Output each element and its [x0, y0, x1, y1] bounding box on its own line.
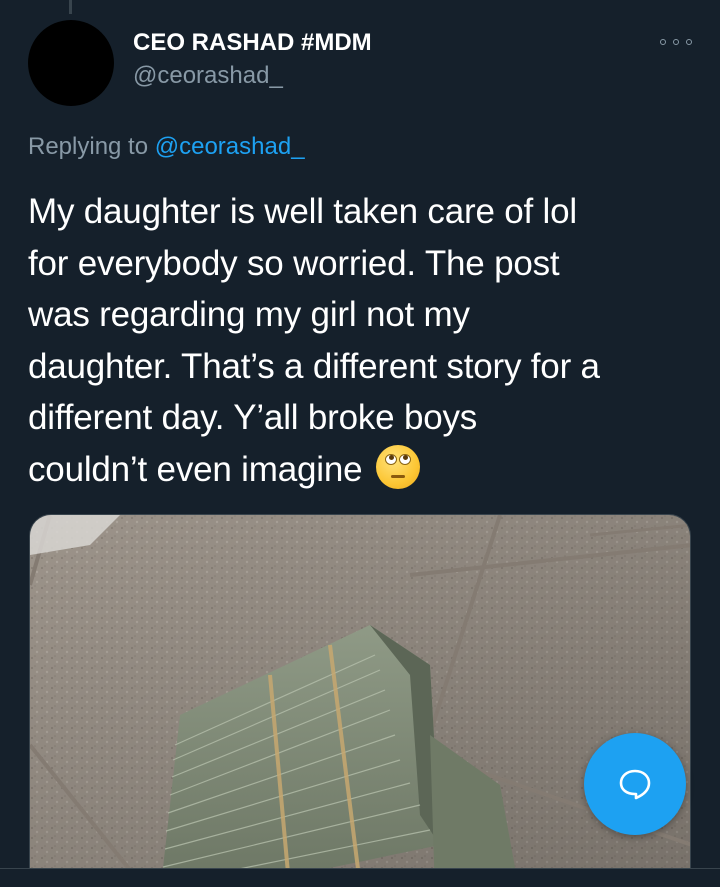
- tweet-text-line: was regarding my girl not my: [28, 295, 470, 334]
- tweet-text: My daughter is well taken care of lol fo…: [28, 186, 708, 495]
- tweet-text-line: different day. Y’all broke boys: [28, 398, 478, 437]
- tweet-text-line-last: couldn’t even imagine: [28, 444, 708, 496]
- avatar[interactable]: [28, 20, 114, 106]
- display-name[interactable]: CEO RASHAD #MDM: [133, 29, 372, 57]
- replying-to-line: Replying to @ceorashad_: [28, 132, 305, 162]
- replying-to-label: Replying to: [28, 133, 155, 160]
- tweet-text-line: for everybody so worried. The post: [28, 243, 560, 283]
- face-with-rolling-eyes-icon: [375, 444, 420, 489]
- tweet-photo[interactable]: [29, 514, 691, 887]
- replying-to-mention-link[interactable]: @ceorashad_: [155, 133, 305, 160]
- tweet-detail-screen: CEO RASHAD #MDM @ceorashad_ Replying to …: [0, 0, 720, 887]
- thread-connector-line: [69, 0, 72, 14]
- more-options-icon[interactable]: [660, 35, 692, 49]
- user-handle[interactable]: @ceorashad_: [133, 62, 283, 90]
- compose-reply-button[interactable]: [584, 733, 686, 835]
- tweet-text-line: My daughter is well taken care of lol: [28, 192, 577, 231]
- compose-reply-icon: [619, 769, 651, 800]
- bottom-navigation-bar: [0, 868, 720, 887]
- tweet-text-line: couldn’t even imagine: [28, 449, 363, 489]
- tweet-text-line: daughter. That’s a different story for a: [28, 346, 600, 386]
